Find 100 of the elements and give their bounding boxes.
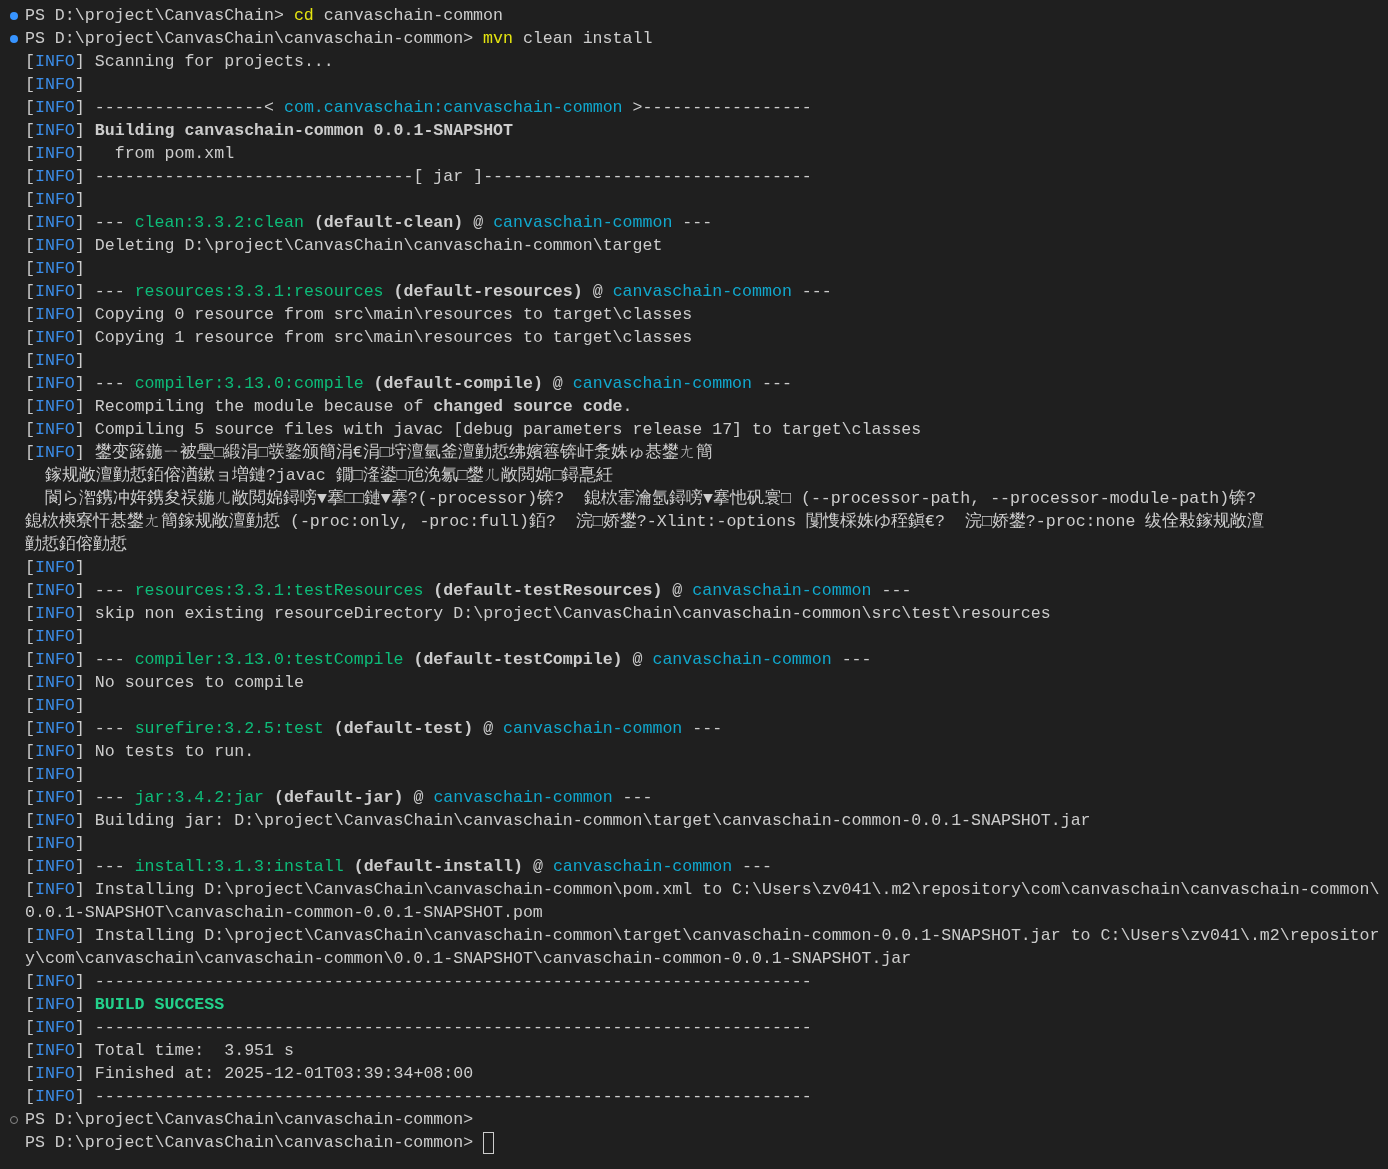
- log-level-tag: [INFO]: [25, 763, 85, 786]
- log-level-tag: [INFO]: [25, 717, 85, 740]
- log-text: 鐢变簬鍦ㄧ被璺□緞涓□彂鐜颁簡涓€涓□垨澶氫釜澶勭悊绋嬪簭锛屽洜姝ゅ惎鐢ㄤ簡: [94, 442, 713, 464]
- plugin-goal-text: install:3.1.3:install: [134, 856, 344, 878]
- log-level-tag: [INFO]: [25, 924, 85, 947]
- log-text: 鎴栨樉寮忓惎鐢ㄤ簡鎵规敞澶勭悊 (-proc:only, -proc:full)銆? 浣□娇鐢?-Xlint:-options 闅愯棌姝ゆ秷鎭€? 浣□娇鐢?-proc:none 绂佺敤鎵规敞澶: [25, 511, 1265, 533]
- log-text: (default-install): [352, 856, 523, 878]
- artifact-text: canvaschain-common: [503, 718, 683, 740]
- command-text: cd: [293, 5, 314, 27]
- log-level-tag: [INFO]: [25, 671, 85, 694]
- plugin-goal-text: resources:3.3.1:resources: [134, 281, 384, 303]
- log-text: clean install: [521, 28, 653, 50]
- log-text: ---: [691, 718, 723, 740]
- log-text: @: [551, 373, 564, 395]
- log-level-tag: [INFO]: [25, 648, 85, 671]
- log-level-tag: [INFO]: [25, 211, 85, 234]
- log-text: No sources to compile: [94, 672, 304, 694]
- log-level-tag: [INFO]: [25, 694, 85, 717]
- prompt-text: PS D:\project\CanvasChain\canvaschain-common>: [25, 1109, 474, 1131]
- artifact-text: com.canvaschain:canvaschain-common: [284, 97, 623, 119]
- log-text: --------------------------------[ jar ]---------------------------------: [94, 166, 812, 188]
- log-text: @: [591, 281, 604, 303]
- log-text: (default-testResources): [432, 580, 663, 602]
- artifact-text: canvaschain-common: [493, 212, 673, 234]
- log-text: ---: [94, 718, 126, 740]
- log-text: @: [671, 580, 684, 602]
- log-level-tag: [INFO]: [25, 740, 85, 763]
- log-text: (default-resources): [392, 281, 583, 303]
- log-level-tag: [INFO]: [25, 395, 85, 418]
- log-text: Copying 0 resource from src\main\resources to target\classes: [94, 304, 693, 326]
- log-text: ---: [94, 212, 126, 234]
- log-level-tag: [INFO]: [25, 188, 85, 211]
- log-text: 鎵规敞澶勭悊銆傛湭鏉ョ増鏈?javac 鐗□湰鍙□兘浼氱□鐢ㄦ敞閲婂□鐞嗭紝: [43, 464, 614, 487]
- log-level-tag: [INFO]: [25, 73, 85, 96]
- plugin-goal-text: resources:3.3.1:testResources: [134, 580, 424, 602]
- log-text: y\com\canvaschain\canvaschain-common\0.0.1-SNAPSHOT\canvaschain-common-0.0.1-SNAPSHOT.jar: [25, 948, 912, 970]
- log-level-tag: [INFO]: [25, 809, 85, 832]
- log-text: Recompiling the module because of changed source code.: [94, 396, 633, 418]
- log-text: 0.0.1-SNAPSHOT\canvaschain-common-0.0.1-SNAPSHOT.pom: [25, 902, 543, 924]
- log-text: ---: [880, 580, 912, 602]
- log-text: @: [472, 212, 485, 234]
- log-text: @: [482, 718, 495, 740]
- command-text: mvn: [483, 28, 513, 50]
- plugin-goal-text: clean:3.3.2:clean: [134, 212, 304, 234]
- log-level-tag: [INFO]: [25, 119, 85, 142]
- artifact-text: canvaschain-common: [433, 787, 613, 809]
- log-level-tag: [INFO]: [25, 1016, 85, 1039]
- log-text: @: [531, 856, 544, 878]
- log-level-tag: [INFO]: [25, 878, 85, 901]
- build-status-text: BUILD SUCCESS: [94, 994, 225, 1016]
- log-text: Total time: 3.951 s: [94, 1040, 294, 1062]
- log-level-tag: [INFO]: [25, 1039, 85, 1062]
- log-level-tag: [INFO]: [25, 786, 85, 809]
- log-text: ---: [94, 787, 126, 809]
- artifact-text: canvaschain-common: [692, 580, 872, 602]
- log-text: ---: [94, 373, 126, 395]
- log-text: 勭悊銆傛勭悊: [25, 534, 127, 556]
- log-level-tag: [INFO]: [25, 579, 85, 602]
- log-text: ---: [94, 649, 126, 671]
- log-text: Copying 1 resource from src\main\resources to target\classes: [94, 327, 693, 349]
- log-text: Finished at: 2025-12-01T03:39:34+08:00: [94, 1063, 474, 1085]
- log-text: ---: [800, 281, 832, 303]
- log-level-tag: [INFO]: [25, 832, 85, 855]
- log-level-tag: [INFO]: [25, 372, 85, 395]
- log-text: (default-testCompile): [412, 649, 623, 671]
- log-text: -----------------<: [94, 97, 276, 119]
- prompt-text: PS D:\project\CanvasChain\canvaschain-common>: [25, 1132, 475, 1154]
- prompt-text: PS D:\project\CanvasChain>: [25, 5, 285, 27]
- log-level-tag: [INFO]: [25, 257, 85, 280]
- log-level-tag: [INFO]: [25, 303, 85, 326]
- log-text: Building canvaschain-common 0.0.1-SNAPSHOT: [94, 120, 513, 142]
- log-level-tag: [INFO]: [25, 326, 85, 349]
- log-text: ---: [94, 281, 126, 303]
- log-level-tag: [INFO]: [25, 50, 85, 73]
- prompt-text: PS D:\project\CanvasChain\canvaschain-common>: [25, 28, 475, 50]
- log-text: from pom.xml: [113, 143, 235, 165]
- log-level-tag: [INFO]: [25, 1062, 85, 1085]
- log-text: ---: [621, 787, 653, 809]
- artifact-text: canvaschain-common: [552, 856, 733, 878]
- log-level-tag: [INFO]: [25, 855, 85, 878]
- log-text: ------------------------------------------------------------------------: [94, 1017, 812, 1039]
- log-level-tag: [INFO]: [25, 556, 85, 579]
- log-level-tag: [INFO]: [25, 142, 85, 165]
- log-text: @: [412, 787, 425, 809]
- log-text: No tests to run.: [94, 741, 255, 763]
- log-text: skip non existing resourceDirectory D:\project\CanvasChain\canvaschain-common\src\test\resources: [94, 603, 1051, 625]
- log-level-tag: [INFO]: [25, 418, 85, 441]
- log-text: ---: [94, 856, 126, 878]
- log-text: >-----------------: [631, 97, 812, 119]
- log-text: ---: [840, 649, 872, 671]
- log-text: Building jar: D:\project\CanvasChain\canvaschain-common\target\canvaschain-common-0.0.1-SNAPSHOT.jar: [94, 810, 1091, 832]
- log-text: canvaschain-common: [322, 5, 503, 27]
- log-text: Deleting D:\project\CanvasChain\canvaschain-common\target: [94, 235, 663, 257]
- log-text: Installing D:\project\CanvasChain\canvaschain-common\target\canvaschain-common-0.0.1-SNAPSHOT.jar to C:\Users\zv041\.m2\repositor: [94, 925, 1380, 947]
- plugin-goal-text: compiler:3.13.0:compile: [134, 373, 364, 395]
- artifact-text: canvaschain-common: [612, 281, 792, 303]
- plugin-goal-text: compiler:3.13.0:testCompile: [134, 649, 404, 671]
- log-level-tag: [INFO]: [25, 1085, 85, 1108]
- artifact-text: canvaschain-common: [652, 649, 832, 671]
- plugin-goal-text: jar:3.4.2:jar: [134, 787, 265, 809]
